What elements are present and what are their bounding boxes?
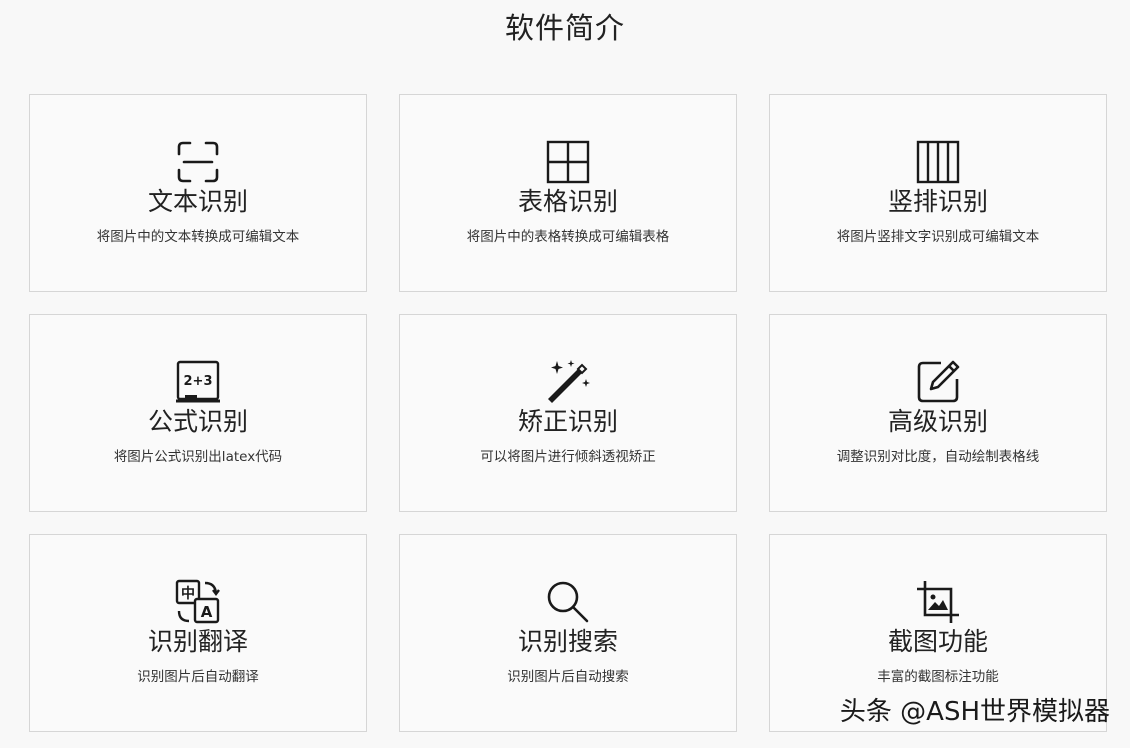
card-title: 竖排识别 — [887, 187, 988, 216]
card-description: 将图片竖排文字识别成可编辑文本 — [836, 229, 1040, 245]
watermark-text: 头条 @ASH世界模拟器 — [839, 697, 1110, 727]
page: 软件简介 文本识别 将图片中的文本转换成可编辑文本 表格识别 将图片中的表格转换… — [0, 0, 1130, 748]
edit-pencil-icon — [770, 359, 1106, 405]
feature-card-advanced-recognition[interactable]: 高级识别 调整识别对比度，自动绘制表格线 — [769, 314, 1107, 512]
magic-wand-icon — [400, 359, 736, 405]
text-scan-icon — [30, 139, 366, 185]
formula-board-icon: 2+3 — [30, 359, 366, 405]
feature-card-text-recognition[interactable]: 文本识别 将图片中的文本转换成可编辑文本 — [29, 94, 367, 292]
page-title: 软件简介 — [504, 11, 625, 45]
feature-card-formula-recognition[interactable]: 2+3 公式识别 将图片公式识别出latex代码 — [29, 314, 367, 512]
feature-card-translate[interactable]: 中 A 识别翻译 识别图片后自动翻译 — [29, 534, 367, 732]
feature-card-table-recognition[interactable]: 表格识别 将图片中的表格转换成可编辑表格 — [399, 94, 737, 292]
card-title: 表格识别 — [517, 187, 618, 216]
card-description: 将图片中的文本转换成可编辑文本 — [96, 229, 300, 245]
feature-card-vertical-recognition[interactable]: 竖排识别 将图片竖排文字识别成可编辑文本 — [769, 94, 1107, 292]
card-title: 文本识别 — [147, 187, 248, 216]
card-description: 识别图片后自动搜索 — [507, 669, 629, 685]
crop-image-icon — [770, 579, 1106, 625]
card-description: 可以将图片进行倾斜透视矫正 — [480, 449, 656, 465]
feature-card-correction-recognition[interactable]: 矫正识别 可以将图片进行倾斜透视矫正 — [399, 314, 737, 512]
card-description: 将图片中的表格转换成可编辑表格 — [466, 229, 670, 245]
search-icon — [400, 579, 736, 625]
formula-text: 2+3 — [184, 374, 213, 389]
card-title: 矫正识别 — [517, 407, 618, 436]
card-title: 截图功能 — [887, 627, 988, 656]
vertical-columns-icon — [770, 139, 1106, 185]
translate-icon: 中 A — [30, 579, 366, 625]
card-title: 高级识别 — [887, 407, 988, 436]
card-title: 识别翻译 — [147, 627, 248, 656]
card-description: 将图片公式识别出latex代码 — [113, 449, 283, 465]
card-title: 识别搜索 — [517, 627, 618, 656]
card-description: 调整识别对比度，自动绘制表格线 — [836, 449, 1040, 465]
card-description: 识别图片后自动翻译 — [137, 669, 259, 685]
translate-en-text: A — [201, 603, 213, 621]
card-description: 丰富的截图标注功能 — [877, 669, 999, 685]
table-grid-icon — [400, 139, 736, 185]
card-title: 公式识别 — [147, 407, 248, 436]
feature-card-search[interactable]: 识别搜索 识别图片后自动搜索 — [399, 534, 737, 732]
translate-zh-text: 中 — [181, 585, 195, 602]
